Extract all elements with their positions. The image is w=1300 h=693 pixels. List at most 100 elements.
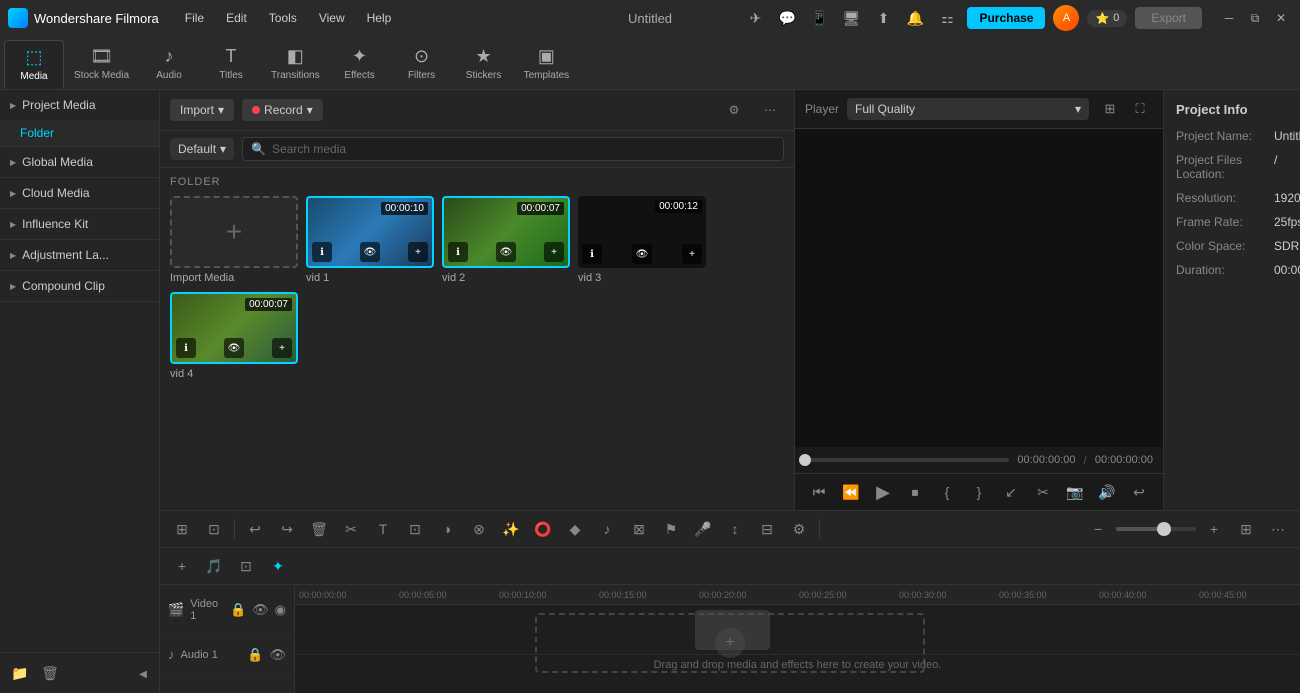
menu-edit[interactable]: Edit: [216, 7, 257, 29]
chat-icon[interactable]: 💬: [775, 6, 799, 30]
zoom-slider[interactable]: [1116, 527, 1196, 531]
stop-button[interactable]: ⏹: [901, 478, 929, 506]
snapshot-button[interactable]: 📷: [1061, 478, 1089, 506]
section-cloud-media-header[interactable]: ▶ Cloud Media: [0, 178, 159, 208]
tab-audio[interactable]: ♪ Audio: [139, 40, 199, 89]
info-icon[interactable]: ℹ: [312, 242, 332, 262]
section-adjustment-header[interactable]: ▶ Adjustment La...: [0, 240, 159, 270]
motion-button[interactable]: ↕: [721, 515, 749, 543]
quality-select[interactable]: Full Quality ▾: [847, 98, 1089, 120]
cut-button[interactable]: ✂: [337, 515, 365, 543]
bell-icon[interactable]: 🔔: [903, 6, 927, 30]
media-item-vid2[interactable]: 00:00:07 ℹ 👁 + vid 2: [442, 196, 570, 284]
maximize-button[interactable]: ⧉: [1244, 7, 1266, 29]
delete-button[interactable]: 🗑: [305, 515, 333, 543]
close-button[interactable]: ✕: [1270, 7, 1292, 29]
folder-item[interactable]: Folder: [0, 120, 159, 146]
timeline-content[interactable]: 00:00:00:00 00:00:05:00 00:00:10:00 00:0…: [295, 585, 1300, 693]
redo-button[interactable]: ↪: [273, 515, 301, 543]
info-icon[interactable]: ℹ: [176, 338, 196, 358]
zoom-out-button[interactable]: −: [1084, 515, 1112, 543]
menu-help[interactable]: Help: [357, 7, 402, 29]
share-icon[interactable]: ✈: [743, 6, 767, 30]
section-influence-kit-header[interactable]: ▶ Influence Kit: [0, 209, 159, 239]
minimize-button[interactable]: ─: [1218, 7, 1240, 29]
clip-to-timeline-button[interactable]: ↙: [997, 478, 1025, 506]
import-button[interactable]: Import ▾: [170, 99, 234, 121]
menu-tools[interactable]: Tools: [259, 7, 307, 29]
go-start-button[interactable]: ⏮: [805, 478, 833, 506]
sort-select[interactable]: Default ▾: [170, 138, 234, 160]
eye-icon[interactable]: 👁: [269, 647, 286, 663]
layout-button[interactable]: ⊞: [1232, 515, 1260, 543]
speed-button[interactable]: ⊗: [465, 515, 493, 543]
media-item-vid1[interactable]: 00:00:10 ℹ 👁 + vid 1: [306, 196, 434, 284]
filter-icon[interactable]: ⚙: [720, 96, 748, 124]
tab-effects[interactable]: ✦ Effects: [330, 40, 390, 89]
volume-button[interactable]: 🔊: [1093, 478, 1121, 506]
fullscreen-icon[interactable]: ⛶: [1127, 96, 1153, 122]
eye-icon[interactable]: 👁: [252, 602, 269, 618]
mark-in-button[interactable]: {: [933, 478, 961, 506]
crop-button[interactable]: ⊡: [401, 515, 429, 543]
settings-button[interactable]: ↩: [1125, 478, 1153, 506]
monitor-icon[interactable]: 🖥: [839, 6, 863, 30]
color-button[interactable]: ◑: [433, 515, 461, 543]
media-item-vid4[interactable]: 00:00:07 ℹ 👁 + vid 4: [170, 292, 298, 380]
mark-out-button[interactable]: }: [965, 478, 993, 506]
eye-icon[interactable]: 👁: [360, 242, 380, 262]
subtitle-button[interactable]: ⚑: [657, 515, 685, 543]
lock-icon[interactable]: 🔒: [247, 647, 263, 663]
add-icon[interactable]: +: [272, 338, 292, 358]
avatar[interactable]: A: [1053, 5, 1079, 31]
tab-titles[interactable]: T Titles: [201, 40, 261, 89]
more-button[interactable]: ⋯: [1264, 515, 1292, 543]
add-video-track-button[interactable]: +: [168, 552, 196, 580]
split-button[interactable]: ✂: [1029, 478, 1057, 506]
collapse-button[interactable]: ◀: [135, 661, 151, 685]
tab-templates[interactable]: ▣ Templates: [516, 40, 578, 89]
eye-icon[interactable]: 👁: [224, 338, 244, 358]
text-button[interactable]: T: [369, 515, 397, 543]
timeline-settings-button[interactable]: ⚙: [785, 515, 813, 543]
group-button[interactable]: ⊡: [200, 515, 228, 543]
info-icon[interactable]: ℹ: [582, 244, 602, 264]
tab-stock-media[interactable]: 🎞 Stock Media: [66, 40, 137, 89]
progress-handle[interactable]: [799, 454, 811, 466]
mini-clip[interactable]: [695, 610, 770, 650]
add-icon[interactable]: +: [682, 244, 702, 264]
menu-view[interactable]: View: [309, 7, 355, 29]
new-folder-button[interactable]: 📁: [8, 661, 32, 685]
menu-file[interactable]: File: [175, 7, 214, 29]
delete-button[interactable]: 🗑: [38, 661, 62, 685]
audio-keyframe-button[interactable]: ♪: [593, 515, 621, 543]
zoom-in-button[interactable]: +: [1200, 515, 1228, 543]
play-button[interactable]: ▶: [869, 478, 897, 506]
record-audio-button[interactable]: 🎤: [689, 515, 717, 543]
tab-media[interactable]: ⬚ Media: [4, 40, 64, 89]
mask-button[interactable]: ⭕: [529, 515, 557, 543]
lock-icon[interactable]: 🔒: [230, 602, 246, 618]
eye-icon[interactable]: 👁: [496, 242, 516, 262]
transition-button[interactable]: ⊠: [625, 515, 653, 543]
upload-icon[interactable]: ⬆: [871, 6, 895, 30]
media-item-vid3[interactable]: 00:00:12 ℹ 👁 + vid 3: [578, 196, 706, 284]
section-project-media-header[interactable]: ▶ Project Media: [0, 90, 159, 120]
section-compound-clip-header[interactable]: ▶ Compound Clip: [0, 271, 159, 301]
purchase-button[interactable]: Purchase: [967, 7, 1045, 29]
step-back-button[interactable]: ⏪: [837, 478, 865, 506]
add-audio-track-button[interactable]: 🎵: [200, 552, 228, 580]
add-icon[interactable]: +: [544, 242, 564, 262]
pip-button[interactable]: ⊡: [232, 552, 260, 580]
export-button[interactable]: Export: [1135, 7, 1202, 29]
keyframe-button[interactable]: ◆: [561, 515, 589, 543]
record-button[interactable]: Record ▾: [242, 99, 323, 121]
ai-button[interactable]: ✨: [497, 515, 525, 543]
add-icon[interactable]: +: [408, 242, 428, 262]
solo-icon[interactable]: ◉: [275, 602, 286, 618]
scene-detect-button[interactable]: ⊞: [168, 515, 196, 543]
import-media-item[interactable]: + Import Media: [170, 196, 298, 284]
eye-icon[interactable]: 👁: [632, 244, 652, 264]
tab-stickers[interactable]: ★ Stickers: [454, 40, 514, 89]
more-options-icon[interactable]: ⋯: [756, 96, 784, 124]
